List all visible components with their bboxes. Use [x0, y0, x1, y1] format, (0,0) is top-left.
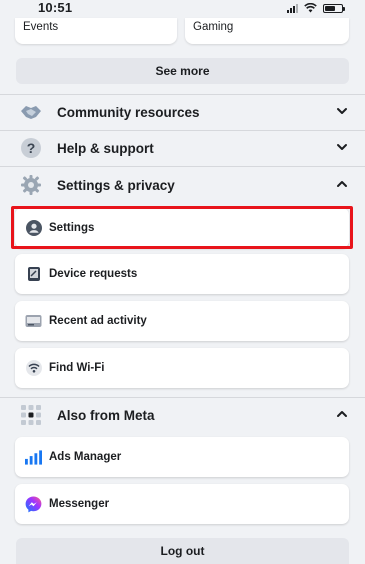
question-icon: ?: [18, 135, 44, 161]
chevron-up-icon: [337, 411, 347, 417]
ad-activity-icon: [25, 313, 42, 330]
section-label: Community resources: [57, 104, 200, 120]
logout-button[interactable]: Log out: [16, 538, 349, 564]
section-settings-privacy[interactable]: Settings & privacy: [0, 167, 365, 203]
menu-item-label: Recent ad activity: [49, 315, 147, 327]
menu-item-label: Messenger: [49, 498, 110, 510]
see-more-button[interactable]: See more: [16, 58, 349, 84]
grid-icon: [18, 402, 44, 428]
menu-item-find-wifi[interactable]: Find Wi-Fi: [15, 348, 349, 388]
chevron-down-icon: [337, 144, 347, 150]
status-icons: [287, 3, 345, 13]
menu-item-messenger[interactable]: Messenger: [15, 484, 349, 524]
handshake-icon: [18, 99, 44, 125]
shortcut-label: Gaming: [193, 21, 234, 33]
section-label: Settings & privacy: [57, 177, 175, 193]
menu-item-ads-manager[interactable]: Ads Manager: [15, 437, 349, 477]
messenger-icon: [25, 496, 42, 513]
menu-item-label: Find Wi-Fi: [49, 362, 105, 374]
status-time: 10:51: [38, 0, 73, 15]
menu-item-recent-ad-activity[interactable]: Recent ad activity: [15, 301, 349, 341]
status-bar: 10:51: [0, 0, 365, 18]
menu-item-label: Device requests: [49, 268, 138, 280]
svg-text:?: ?: [27, 140, 36, 156]
wifi-status-icon: [304, 3, 317, 13]
battery-icon: [323, 3, 345, 13]
shortcut-label: Events: [23, 21, 59, 33]
section-community-resources[interactable]: Community resources: [0, 94, 365, 130]
shortcut-events[interactable]: Events: [15, 18, 177, 44]
menu-item-device-requests[interactable]: Device requests: [15, 254, 349, 294]
wifi-icon: [25, 360, 42, 377]
chevron-up-icon: [337, 181, 347, 187]
profile-icon: [25, 220, 42, 237]
device-icon: [25, 266, 42, 283]
gear-icon: [18, 172, 44, 198]
chevron-down-icon: [337, 108, 347, 114]
ads-manager-icon: [25, 449, 42, 466]
menu-item-label: Settings: [49, 222, 95, 234]
menu-item-label: Ads Manager: [49, 451, 122, 463]
menu-item-settings[interactable]: Settings: [15, 208, 349, 248]
section-also-from-meta[interactable]: Also from Meta: [0, 397, 365, 433]
section-help-support[interactable]: ? Help & support: [0, 130, 365, 166]
section-label: Also from Meta: [57, 407, 155, 423]
shortcut-gaming[interactable]: Gaming: [185, 18, 349, 44]
section-label: Help & support: [57, 140, 154, 156]
cellular-signal-icon: [287, 3, 298, 13]
